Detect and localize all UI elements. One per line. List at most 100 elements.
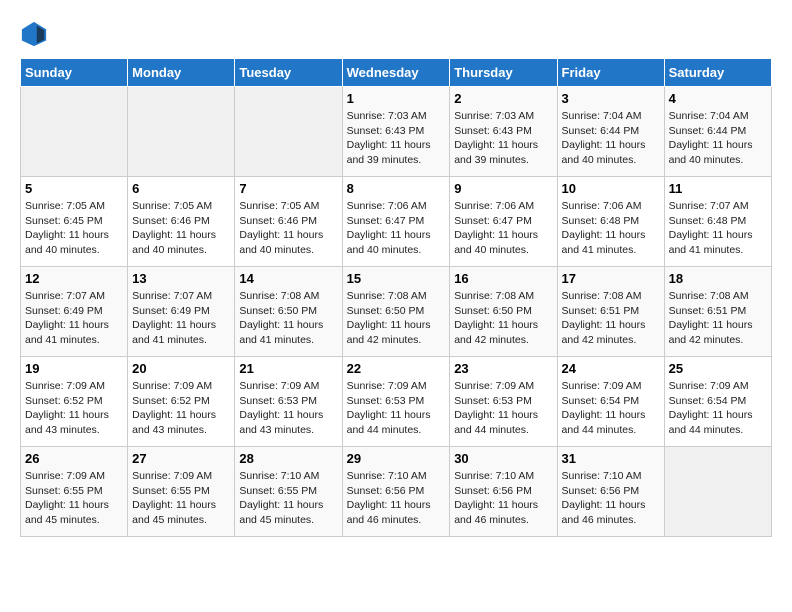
calendar-cell: 14 Sunrise: 7:08 AMSunset: 6:50 PMDayligh…: [235, 267, 342, 357]
calendar-cell: 1Sunrise: 7:03 AMSunset: 6:43 PMDaylight…: [342, 87, 450, 177]
day-number: 3: [562, 91, 660, 106]
day-number: 15: [347, 271, 446, 286]
day-info: Sunrise: 7:06 AMSunset: 6:48 PMDaylight:…: [562, 199, 660, 258]
calendar-cell: 25 Sunrise: 7:09 AMSunset: 6:54 PMDayligh…: [664, 357, 771, 447]
day-number: 19: [25, 361, 123, 376]
day-number: 18: [669, 271, 767, 286]
calendar-cell: 15 Sunrise: 7:08 AMSunset: 6:50 PMDayligh…: [342, 267, 450, 357]
day-info: Sunrise: 7:07 AMSunset: 6:49 PMDaylight:…: [132, 289, 230, 348]
calendar-week-row: 19 Sunrise: 7:09 AMSunset: 6:52 PMDayligh…: [21, 357, 772, 447]
day-info: Sunrise: 7:06 AMSunset: 6:47 PMDaylight:…: [347, 199, 446, 258]
day-number: 8: [347, 181, 446, 196]
weekday-header-friday: Friday: [557, 59, 664, 87]
calendar-cell: [128, 87, 235, 177]
calendar-cell: 23 Sunrise: 7:09 AMSunset: 6:53 PMDayligh…: [450, 357, 557, 447]
day-number: 24: [562, 361, 660, 376]
calendar-cell: 22Sunrise: 7:09 AMSunset: 6:53 PMDayligh…: [342, 357, 450, 447]
calendar-week-row: 12 Sunrise: 7:07 AMSunset: 6:49 PMDayligh…: [21, 267, 772, 357]
day-info: Sunrise: 7:09 AMSunset: 6:52 PMDaylight:…: [25, 379, 123, 438]
day-number: 12: [25, 271, 123, 286]
day-number: 11: [669, 181, 767, 196]
logo-icon: [20, 20, 48, 48]
day-info: Sunrise: 7:10 AMSunset: 6:56 PMDaylight:…: [454, 469, 552, 528]
calendar-cell: [21, 87, 128, 177]
day-number: 1: [347, 91, 446, 106]
weekday-header-row: SundayMondayTuesdayWednesdayThursdayFrid…: [21, 59, 772, 87]
day-number: 4: [669, 91, 767, 106]
calendar-cell: 24Sunrise: 7:09 AMSunset: 6:54 PMDayligh…: [557, 357, 664, 447]
day-info: Sunrise: 7:08 AMSunset: 6:50 PMDaylight:…: [454, 289, 552, 348]
calendar-cell: 7 Sunrise: 7:05 AMSunset: 6:46 PMDaylight…: [235, 177, 342, 267]
calendar-cell: 2 Sunrise: 7:03 AMSunset: 6:43 PMDaylight…: [450, 87, 557, 177]
day-info: Sunrise: 7:06 AMSunset: 6:47 PMDaylight:…: [454, 199, 552, 258]
calendar-cell: 11 Sunrise: 7:07 AMSunset: 6:48 PMDayligh…: [664, 177, 771, 267]
day-info: Sunrise: 7:09 AMSunset: 6:53 PMDaylight:…: [239, 379, 337, 438]
calendar-cell: 10 Sunrise: 7:06 AMSunset: 6:48 PMDayligh…: [557, 177, 664, 267]
calendar-cell: 16 Sunrise: 7:08 AMSunset: 6:50 PMDayligh…: [450, 267, 557, 357]
day-number: 27: [132, 451, 230, 466]
day-info: Sunrise: 7:09 AMSunset: 6:53 PMDaylight:…: [347, 379, 446, 438]
day-number: 7: [239, 181, 337, 196]
day-info: Sunrise: 7:09 AMSunset: 6:54 PMDaylight:…: [669, 379, 767, 438]
day-info: Sunrise: 7:04 AMSunset: 6:44 PMDaylight:…: [669, 109, 767, 168]
calendar-cell: 19 Sunrise: 7:09 AMSunset: 6:52 PMDayligh…: [21, 357, 128, 447]
day-info: Sunrise: 7:09 AMSunset: 6:52 PMDaylight:…: [132, 379, 230, 438]
day-info: Sunrise: 7:05 AMSunset: 6:46 PMDaylight:…: [239, 199, 337, 258]
day-number: 20: [132, 361, 230, 376]
calendar-cell: 8 Sunrise: 7:06 AMSunset: 6:47 PMDaylight…: [342, 177, 450, 267]
calendar-cell: 29 Sunrise: 7:10 AMSunset: 6:56 PMDayligh…: [342, 447, 450, 537]
day-info: Sunrise: 7:07 AMSunset: 6:49 PMDaylight:…: [25, 289, 123, 348]
weekday-header-wednesday: Wednesday: [342, 59, 450, 87]
day-number: 16: [454, 271, 552, 286]
day-info: Sunrise: 7:10 AMSunset: 6:55 PMDaylight:…: [239, 469, 337, 528]
day-info: Sunrise: 7:08 AMSunset: 6:50 PMDaylight:…: [239, 289, 337, 348]
calendar-cell: 13 Sunrise: 7:07 AMSunset: 6:49 PMDayligh…: [128, 267, 235, 357]
page-header: [20, 20, 772, 48]
calendar-cell: [664, 447, 771, 537]
calendar-week-row: 5 Sunrise: 7:05 AMSunset: 6:45 PMDaylight…: [21, 177, 772, 267]
day-info: Sunrise: 7:08 AMSunset: 6:50 PMDaylight:…: [347, 289, 446, 348]
day-info: Sunrise: 7:04 AMSunset: 6:44 PMDaylight:…: [562, 109, 660, 168]
calendar-cell: 27Sunrise: 7:09 AMSunset: 6:55 PMDayligh…: [128, 447, 235, 537]
calendar-week-row: 1 Sunrise: 7:03 AMSunset: 6:43 PMDaylight…: [21, 87, 772, 177]
day-number: 13: [132, 271, 230, 286]
day-info: Sunrise: 7:05 AMSunset: 6:45 PMDaylight:…: [25, 199, 123, 258]
weekday-header-tuesday: Tuesday: [235, 59, 342, 87]
day-info: Sunrise: 7:07 AMSunset: 6:48 PMDaylight:…: [669, 199, 767, 258]
calendar-cell: [235, 87, 342, 177]
calendar-week-row: 26Sunrise: 7:09 AMSunset: 6:55 PMDayligh…: [21, 447, 772, 537]
day-info: Sunrise: 7:03 AMSunset: 6:43 PMDaylight:…: [454, 109, 552, 168]
day-info: Sunrise: 7:10 AMSunset: 6:56 PMDaylight:…: [347, 469, 446, 528]
day-number: 14: [239, 271, 337, 286]
day-info: Sunrise: 7:08 AMSunset: 6:51 PMDaylight:…: [669, 289, 767, 348]
day-info: Sunrise: 7:09 AMSunset: 6:55 PMDaylight:…: [25, 469, 123, 528]
calendar-cell: 21 Sunrise: 7:09 AMSunset: 6:53 PMDayligh…: [235, 357, 342, 447]
calendar-cell: 5 Sunrise: 7:05 AMSunset: 6:45 PMDaylight…: [21, 177, 128, 267]
day-number: 29: [347, 451, 446, 466]
day-number: 10: [562, 181, 660, 196]
day-number: 5: [25, 181, 123, 196]
day-number: 30: [454, 451, 552, 466]
logo: [20, 20, 50, 48]
weekday-header-monday: Monday: [128, 59, 235, 87]
day-info: Sunrise: 7:08 AMSunset: 6:51 PMDaylight:…: [562, 289, 660, 348]
calendar-cell: 3 Sunrise: 7:04 AMSunset: 6:44 PMDaylight…: [557, 87, 664, 177]
calendar-cell: 28 Sunrise: 7:10 AMSunset: 6:55 PMDayligh…: [235, 447, 342, 537]
day-number: 31: [562, 451, 660, 466]
day-number: 21: [239, 361, 337, 376]
day-number: 23: [454, 361, 552, 376]
calendar-table: SundayMondayTuesdayWednesdayThursdayFrid…: [20, 58, 772, 537]
day-number: 2: [454, 91, 552, 106]
day-number: 6: [132, 181, 230, 196]
weekday-header-sunday: Sunday: [21, 59, 128, 87]
day-info: Sunrise: 7:10 AMSunset: 6:56 PMDaylight:…: [562, 469, 660, 528]
calendar-cell: 4 Sunrise: 7:04 AMSunset: 6:44 PMDaylight…: [664, 87, 771, 177]
day-number: 28: [239, 451, 337, 466]
day-number: 25: [669, 361, 767, 376]
calendar-cell: 18 Sunrise: 7:08 AMSunset: 6:51 PMDayligh…: [664, 267, 771, 357]
day-info: Sunrise: 7:09 AMSunset: 6:53 PMDaylight:…: [454, 379, 552, 438]
calendar-cell: 9 Sunrise: 7:06 AMSunset: 6:47 PMDaylight…: [450, 177, 557, 267]
weekday-header-thursday: Thursday: [450, 59, 557, 87]
day-number: 9: [454, 181, 552, 196]
calendar-cell: 26Sunrise: 7:09 AMSunset: 6:55 PMDayligh…: [21, 447, 128, 537]
